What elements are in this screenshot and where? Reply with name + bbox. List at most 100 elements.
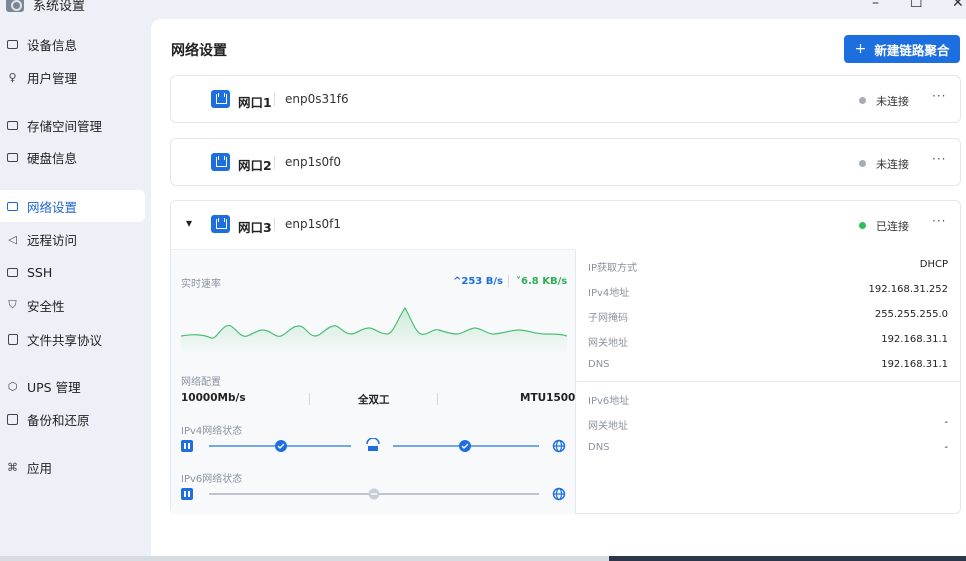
subnet-mask-value: 255.255.255.0	[874, 309, 948, 320]
chevron-down-icon[interactable]: ▾	[186, 216, 192, 230]
sidebar-item-label: 远程访问	[27, 232, 78, 248]
mtu-value: MTU1500	[520, 392, 576, 404]
ipv4-status-path	[181, 438, 566, 453]
close-button[interactable]: ✕	[952, 0, 964, 11]
sidebar-item-file-sharing[interactable]: 文件共享协议	[0, 323, 145, 355]
plus-icon: +	[854, 41, 867, 57]
ipv6-gateway-label: 网关地址	[588, 421, 628, 432]
more-options-button[interactable]: ···	[932, 214, 946, 228]
terminal-icon	[6, 266, 19, 279]
sidebar-item-ssh[interactable]: SSH	[0, 256, 145, 288]
more-options-button[interactable]: ···	[932, 152, 946, 166]
ipv6-gateway-row: 网关地址 -	[577, 411, 960, 435]
port-card-2[interactable]: 网口2 enp1s0f0 未连接 ···	[170, 138, 961, 186]
ethernet-port-icon	[211, 215, 230, 233]
ipv6-dns-value: -	[944, 442, 948, 453]
port-stats-panel: 实时速率 ^253 B/s ˅6.8 KB/s 网络配置 10000Mb/s 全…	[171, 249, 576, 514]
main-panel: 网络设置 + 新建链路聚合 网口1 enp0s31f6 未连接 ··· 网口2 …	[151, 19, 966, 556]
ipv4-address-value: 192.168.31.252	[868, 284, 948, 295]
sidebar-item-label: 设备信息	[27, 37, 78, 53]
port-status: 已连接	[876, 220, 909, 233]
divider	[274, 218, 275, 231]
sidebar-item-label: 硬盘信息	[27, 150, 78, 166]
port-device: enp1s0f1	[285, 217, 341, 231]
more-options-button[interactable]: ···	[932, 89, 946, 103]
status-dot	[859, 97, 866, 104]
subnet-mask-row: 子网掩码 255.255.255.0	[577, 303, 960, 327]
sidebar-item-label: 安全性	[27, 298, 65, 314]
monitor-icon	[6, 38, 19, 51]
sidebar-item-user-management[interactable]: ♀ 用户管理	[0, 61, 145, 93]
upload-speed: ^253 B/s	[453, 276, 503, 287]
maximize-button[interactable]: ☐	[910, 0, 923, 11]
shield-icon: ⛉	[8, 298, 17, 311]
storage-icon	[6, 119, 19, 132]
sidebar-item-disk-info[interactable]: 硬盘信息	[0, 141, 145, 173]
sidebar-item-apps[interactable]: ⌘ 应用	[0, 451, 145, 483]
settings-app-icon	[6, 0, 24, 12]
apps-icon: ⌘	[7, 460, 18, 474]
dns-value: 192.168.31.1	[881, 359, 948, 370]
ipv6-dns-label: DNS	[588, 442, 610, 453]
realtime-speed-label: 实时速率	[181, 279, 221, 290]
port-card-3: ▾ 网口3 enp1s0f1 已连接 ··· 实时速率 ^253 B/s ˅6.…	[170, 200, 961, 514]
sidebar-item-backup[interactable]: 备份和还原	[0, 403, 145, 435]
ip-details-panel: IP获取方式 DHCP IPv4地址 192.168.31.252 子网掩码 2…	[577, 249, 960, 514]
ip-method-value: DHCP	[919, 259, 948, 270]
ipv6-gateway-value: -	[944, 417, 948, 428]
ethernet-port-icon	[211, 90, 230, 108]
ipv6-address-row: IPv6地址	[577, 386, 960, 410]
dns-label: DNS	[588, 359, 610, 370]
divider	[508, 275, 509, 287]
port-status: 未连接	[876, 158, 909, 171]
save-icon	[6, 413, 19, 426]
gateway-value: 192.168.31.1	[881, 334, 948, 345]
port-card-1[interactable]: 网口1 enp0s31f6 未连接 ···	[170, 75, 961, 123]
ip-method-row: IP获取方式 DHCP	[577, 253, 960, 277]
ipv6-address-label: IPv6地址	[588, 396, 630, 407]
divider	[437, 393, 438, 405]
port-status: 未连接	[876, 95, 909, 108]
ipv4-address-row: IPv4地址 192.168.31.252	[577, 278, 960, 302]
sidebar-item-security[interactable]: ⛉ 安全性	[0, 289, 145, 321]
ipv4-status-label: IPv4网络状态	[181, 426, 243, 437]
subnet-mask-label: 子网掩码	[588, 313, 628, 324]
network-config-label: 网络配置	[181, 377, 221, 388]
port-name: 网口3	[238, 220, 272, 235]
ip-method-label: IP获取方式	[588, 263, 637, 274]
sidebar-item-remote-access[interactable]: ◁ 远程访问	[0, 223, 145, 255]
ipv6-status-path	[181, 487, 566, 501]
sidebar-item-storage[interactable]: 存储空间管理	[0, 109, 145, 141]
gateway-label: 网关地址	[588, 338, 628, 349]
new-link-aggregation-label: 新建链路聚合	[874, 42, 950, 58]
ipv6-dns-row: DNS -	[577, 436, 960, 460]
ethernet-port-icon	[211, 153, 230, 171]
window-title: 系统设置	[33, 0, 86, 14]
port-card-header[interactable]: ▾ 网口3 enp1s0f1 已连接 ···	[171, 201, 960, 249]
port-device: enp0s31f6	[285, 92, 349, 106]
sidebar-item-ups[interactable]: ⬡ UPS 管理	[0, 370, 145, 402]
sidebar-item-label: UPS 管理	[27, 379, 81, 395]
network-icon	[6, 200, 19, 213]
ups-icon: ⬡	[7, 379, 18, 393]
sidebar-item-device-info[interactable]: 设备信息	[0, 28, 145, 60]
minimize-button[interactable]: –	[872, 0, 879, 11]
sidebar-item-network[interactable]: 网络设置	[0, 190, 145, 222]
divider	[309, 393, 310, 405]
taskbar-strip	[0, 556, 966, 561]
taskbar-accent	[609, 556, 966, 561]
new-link-aggregation-button[interactable]: + 新建链路聚合	[844, 35, 960, 63]
sidebar-item-label: SSH	[27, 264, 53, 280]
document-icon	[6, 333, 19, 346]
status-dot	[859, 160, 866, 167]
port-name: 网口1	[238, 95, 272, 110]
link-speed: 10000Mb/s	[181, 392, 246, 404]
gateway-row: 网关地址 192.168.31.1	[577, 328, 960, 352]
sidebar-item-label: 文件共享协议	[27, 332, 103, 348]
divider	[274, 93, 275, 106]
sidebar-item-label: 应用	[27, 460, 53, 476]
send-icon: ◁	[8, 232, 17, 246]
traffic-chart	[181, 306, 567, 355]
ipv4-address-label: IPv4地址	[588, 288, 630, 299]
duplex-mode: 全双工	[358, 394, 390, 406]
